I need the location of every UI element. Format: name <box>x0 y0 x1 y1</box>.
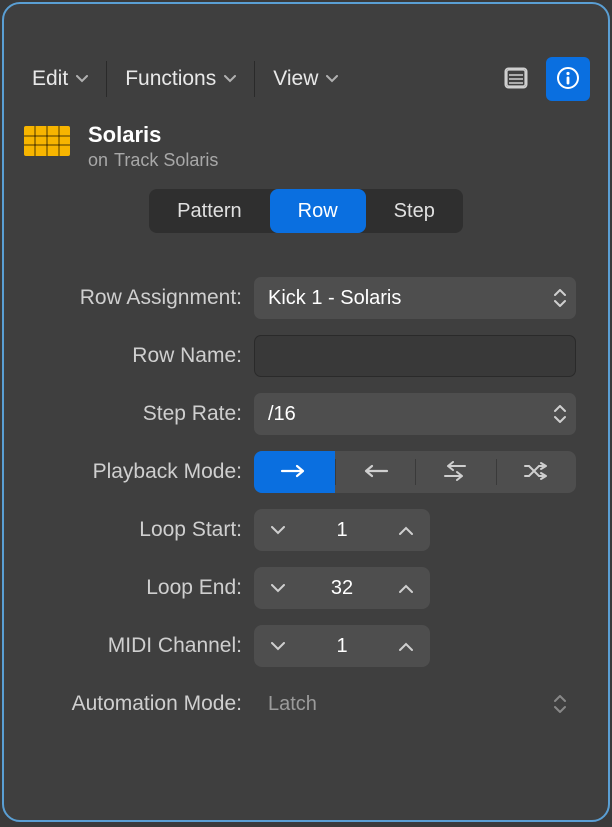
playback-pingpong-button[interactable] <box>415 451 496 493</box>
chevron-up-icon <box>399 581 413 596</box>
decrement-button[interactable] <box>254 509 302 551</box>
shuffle-icon <box>522 461 550 484</box>
value[interactable]: 1 <box>302 635 382 658</box>
row-assignment-select[interactable]: Kick 1 - Solaris <box>254 277 576 319</box>
field-playback-mode: Playback Mode: <box>22 451 580 493</box>
loop-start-stepper: 1 <box>254 509 430 551</box>
tab-row: Pattern Row Step <box>4 181 608 251</box>
label: Row Name: <box>22 344 242 368</box>
step-rate-select[interactable]: /16 <box>254 393 576 435</box>
label: MIDI Channel: <box>22 634 242 658</box>
chevron-down-icon <box>76 75 88 83</box>
arrow-left-icon <box>361 463 389 482</box>
subtitle-prefix: on <box>88 150 108 171</box>
list-icon <box>504 67 528 92</box>
playback-random-button[interactable] <box>496 451 577 493</box>
playback-backward-button[interactable] <box>335 451 416 493</box>
value: /16 <box>268 403 296 426</box>
chevron-down-icon <box>326 75 338 83</box>
subtitle-track: Track Solaris <box>114 150 218 171</box>
updown-icon <box>554 405 566 423</box>
functions-label: Functions <box>125 67 216 91</box>
field-midi-channel: MIDI Channel: 1 <box>22 625 580 667</box>
scope-segmented-control: Pattern Row Step <box>149 189 463 233</box>
decrement-button[interactable] <box>254 625 302 667</box>
chevron-down-icon <box>271 581 285 596</box>
region-title: Solaris <box>88 122 218 148</box>
chevron-down-icon <box>271 523 285 538</box>
increment-button[interactable] <box>382 509 430 551</box>
tab-step[interactable]: Step <box>366 189 463 233</box>
field-step-rate: Step Rate: /16 <box>22 393 580 435</box>
label: Loop Start: <box>22 518 242 542</box>
tab-row[interactable]: Row <box>270 189 366 233</box>
chevron-up-icon <box>399 639 413 654</box>
separator <box>254 61 255 97</box>
field-loop-start: Loop Start: 1 <box>22 509 580 551</box>
chevron-down-icon <box>271 639 285 654</box>
chevron-up-icon <box>399 523 413 538</box>
view-menu[interactable]: View <box>263 61 348 97</box>
label: Automation Mode: <box>22 692 242 716</box>
midi-channel-stepper: 1 <box>254 625 430 667</box>
info-button[interactable] <box>546 57 590 101</box>
label: Step Rate: <box>22 402 242 426</box>
value: Latch <box>268 693 317 716</box>
list-button[interactable] <box>494 57 538 101</box>
increment-button[interactable] <box>382 625 430 667</box>
inspector-body: Row Assignment: Kick 1 - Solaris Row Nam… <box>4 251 608 725</box>
field-loop-end: Loop End: 32 <box>22 567 580 609</box>
edit-label: Edit <box>32 67 68 91</box>
row-name-input[interactable] <box>254 335 576 377</box>
automation-mode-select[interactable]: Latch <box>254 683 576 725</box>
label: Row Assignment: <box>22 286 242 310</box>
updown-icon <box>554 695 566 713</box>
updown-icon <box>554 289 566 307</box>
field-row-assignment: Row Assignment: Kick 1 - Solaris <box>22 277 580 319</box>
playback-mode-segmented <box>254 451 576 493</box>
functions-menu[interactable]: Functions <box>115 61 246 97</box>
region-icon <box>24 126 70 156</box>
chevron-down-icon <box>224 75 236 83</box>
arrows-left-right-icon <box>441 461 469 484</box>
playback-forward-button[interactable] <box>254 451 335 493</box>
field-automation-mode: Automation Mode: Latch <box>22 683 580 725</box>
tab-pattern[interactable]: Pattern <box>149 189 269 233</box>
toolbar: Edit Functions View <box>4 44 608 114</box>
loop-end-stepper: 32 <box>254 567 430 609</box>
inspector-window: Edit Functions View <box>2 2 610 822</box>
view-label: View <box>273 67 318 91</box>
value[interactable]: 1 <box>302 519 382 542</box>
increment-button[interactable] <box>382 567 430 609</box>
info-icon <box>556 66 580 93</box>
value[interactable]: 32 <box>302 577 382 600</box>
field-row-name: Row Name: <box>22 335 580 377</box>
region-header: Solaris on Track Solaris <box>4 114 608 181</box>
decrement-button[interactable] <box>254 567 302 609</box>
label: Playback Mode: <box>22 460 242 484</box>
edit-menu[interactable]: Edit <box>22 61 98 97</box>
label: Loop End: <box>22 576 242 600</box>
separator <box>106 61 107 97</box>
value: Kick 1 - Solaris <box>268 287 401 310</box>
arrow-right-icon <box>280 463 308 482</box>
